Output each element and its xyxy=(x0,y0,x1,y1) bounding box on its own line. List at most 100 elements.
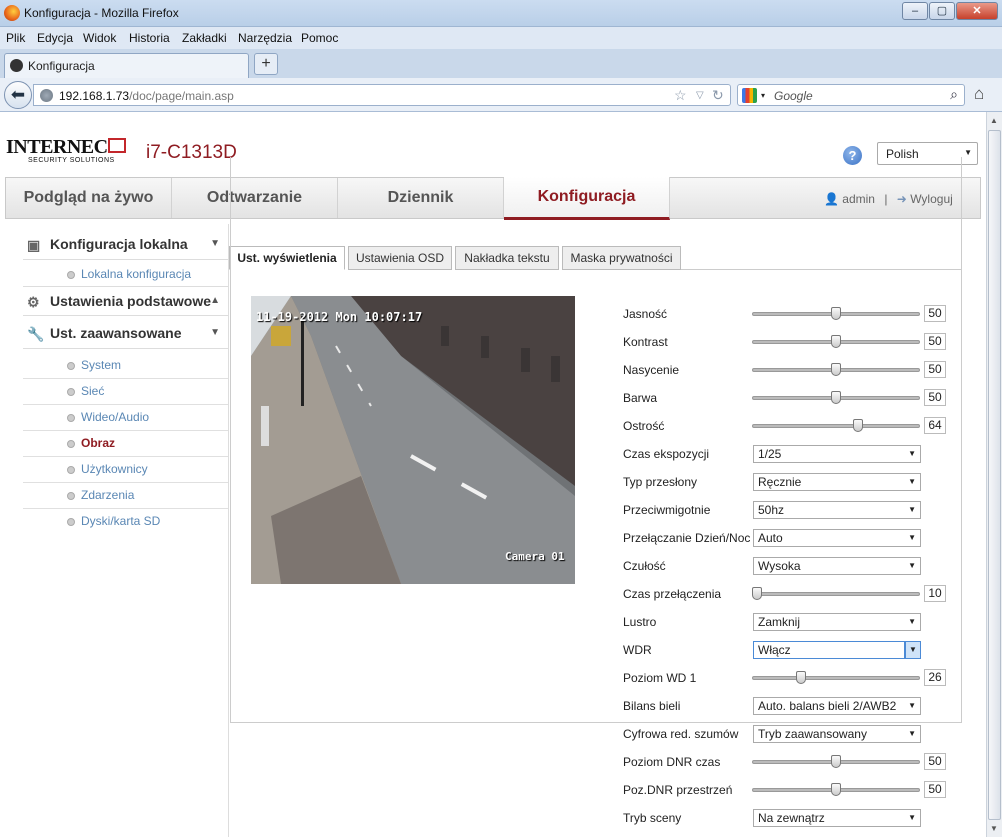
setting-value[interactable]: 50 xyxy=(924,753,946,770)
setting-select[interactable]: Włącz ▼ xyxy=(753,641,921,659)
setting-select[interactable]: Auto. balans bieli 2/AWB2 ▼ xyxy=(753,697,921,715)
slider-knob[interactable] xyxy=(853,419,863,432)
maximize-button[interactable]: ▢ xyxy=(929,2,955,20)
setting-slider[interactable] xyxy=(752,418,920,434)
setting-select[interactable]: Tryb zaawansowany ▼ xyxy=(753,725,921,743)
video-preview[interactable]: 11-19-2012 Mon 10:07:17 Camera 01 xyxy=(251,296,575,584)
slider-knob[interactable] xyxy=(831,391,841,404)
scroll-down-icon[interactable]: ▼ xyxy=(990,824,998,833)
menu-zakladki[interactable]: Zakładki xyxy=(182,31,227,45)
slider-knob[interactable] xyxy=(796,671,806,684)
setting-label: Tryb sceny xyxy=(623,811,682,825)
history-dropdown-icon[interactable]: ▽ xyxy=(696,90,704,101)
address-bar[interactable]: 192.168.1.73/doc/page/main.asp ☆ ▽ ↻ xyxy=(33,84,731,106)
menu-pomoc[interactable]: Pomoc xyxy=(301,31,338,45)
page-content: INTERNEC SECURITY SOLUTIONS i7-C1313D ? … xyxy=(0,112,986,837)
menu-historia[interactable]: Historia xyxy=(129,31,170,45)
google-engine-icon[interactable] xyxy=(742,88,757,103)
slider-knob[interactable] xyxy=(831,335,841,348)
slider-knob[interactable] xyxy=(831,755,841,768)
firefox-logo-icon xyxy=(4,5,20,21)
setting-select[interactable]: Ręcznie ▼ xyxy=(753,473,921,491)
setting-select[interactable]: 50hz ▼ xyxy=(753,501,921,519)
camera-scene-image xyxy=(251,296,575,584)
minimize-button[interactable]: – xyxy=(902,2,928,20)
setting-value[interactable]: 50 xyxy=(924,781,946,798)
menu-widok[interactable]: Widok xyxy=(83,31,116,45)
setting-slider[interactable] xyxy=(752,390,920,406)
slider-knob[interactable] xyxy=(831,307,841,320)
nav-tab-live-view[interactable]: Podgląd na żywo xyxy=(6,178,172,218)
close-window-button[interactable]: ✕ xyxy=(956,2,998,20)
sidebar-item-label: Użytkownicy xyxy=(81,462,148,476)
setting-value[interactable]: 10 xyxy=(924,585,946,602)
setting-label: Czułość xyxy=(623,559,666,573)
sidebar-item-image[interactable]: Obraz xyxy=(23,431,228,457)
new-tab-button[interactable]: + xyxy=(254,53,278,75)
setting-slider[interactable] xyxy=(752,334,920,350)
setting-select[interactable]: Auto ▼ xyxy=(753,529,921,547)
setting-select[interactable]: Zamknij ▼ xyxy=(753,613,921,631)
search-box[interactable]: ▾ Google ⌕ xyxy=(737,84,965,106)
sidebar-item-network[interactable]: Sieć xyxy=(23,379,228,405)
setting-value[interactable]: 50 xyxy=(924,389,946,406)
sidebar-item-local-config[interactable]: Lokalna konfiguracja xyxy=(23,262,228,288)
menu-narzedzia[interactable]: Narzędzia xyxy=(238,31,292,45)
sidebar-item-system[interactable]: System xyxy=(23,353,228,379)
setting-select[interactable]: Wysoka ▼ xyxy=(753,557,921,575)
sidebar-section-basic[interactable]: ⚙ Ustawienia podstawowe ▲ xyxy=(23,286,228,316)
video-osd-camera-name: Camera 01 xyxy=(505,550,565,563)
setting-slider[interactable] xyxy=(752,362,920,378)
chevron-down-icon[interactable]: ▼ xyxy=(905,641,921,659)
back-button[interactable]: ⬅ xyxy=(4,81,32,109)
setting-label: Przełączanie Dzień/Noc xyxy=(623,531,751,545)
setting-select[interactable]: Na zewnątrz ▼ xyxy=(753,809,921,827)
setting-value[interactable]: 50 xyxy=(924,333,946,350)
setting-slider[interactable] xyxy=(752,306,920,322)
slider-track[interactable] xyxy=(752,424,920,428)
sidebar-item-storage[interactable]: Dyski/karta SD xyxy=(23,509,228,535)
device-model: i7-C1313D xyxy=(146,142,237,163)
window-titlebar: Konfiguracja - Mozilla Firefox – ▢ ✕ xyxy=(0,0,1002,27)
sidebar-section-local[interactable]: ▣ Konfiguracja lokalna ▼ xyxy=(23,230,228,260)
setting-slider[interactable] xyxy=(752,586,920,602)
setting-label: WDR xyxy=(623,643,652,657)
menu-edycja[interactable]: Edycja xyxy=(37,31,73,45)
slider-knob[interactable] xyxy=(752,587,762,600)
page-scrollbar[interactable]: ▲ ▼ xyxy=(986,112,1002,837)
engine-dropdown-icon[interactable]: ▾ xyxy=(761,91,765,100)
search-icon[interactable]: ⌕ xyxy=(950,86,958,103)
sidebar-item-video-audio[interactable]: Wideo/Audio xyxy=(23,405,228,431)
setting-value[interactable]: 50 xyxy=(924,361,946,378)
menu-plik[interactable]: Plik xyxy=(6,31,25,45)
browser-tab[interactable]: Konfiguracja xyxy=(4,53,249,78)
bullet-icon xyxy=(67,440,75,448)
setting-value[interactable]: 64 xyxy=(924,417,946,434)
setting-label: Czas przełączenia xyxy=(623,587,722,601)
setting-slider[interactable] xyxy=(752,670,920,686)
slider-knob[interactable] xyxy=(831,363,841,376)
reload-icon[interactable]: ↻ xyxy=(712,87,724,104)
sidebar-item-label: Obraz xyxy=(81,436,116,450)
sidebar-section-advanced[interactable]: 🔧 Ust. zaawansowane ▼ xyxy=(23,319,228,349)
sidebar-item-users[interactable]: Użytkownicy xyxy=(23,457,228,483)
slider-track[interactable] xyxy=(752,592,920,596)
scroll-up-icon[interactable]: ▲ xyxy=(990,116,998,125)
sidebar-item-label: Dyski/karta SD xyxy=(81,514,161,528)
setting-value[interactable]: 26 xyxy=(924,669,946,686)
sidebar-item-events[interactable]: Zdarzenia xyxy=(23,483,228,509)
home-icon[interactable]: ⌂ xyxy=(974,84,984,104)
bullet-icon xyxy=(67,466,75,474)
scrollbar-thumb[interactable] xyxy=(988,130,1001,820)
setting-slider[interactable] xyxy=(752,754,920,770)
setting-value[interactable]: 50 xyxy=(924,305,946,322)
sidebar: ▣ Konfiguracja lokalna ▼ Lokalna konfigu… xyxy=(5,224,229,837)
bookmark-star-icon[interactable]: ☆ xyxy=(674,87,687,104)
slider-track[interactable] xyxy=(752,676,920,680)
url-path: /doc/page/main.asp xyxy=(129,89,234,103)
setting-select[interactable]: 1/25 ▼ xyxy=(753,445,921,463)
setting-slider[interactable] xyxy=(752,782,920,798)
url-host: 192.168.1.73 xyxy=(59,89,130,103)
sidebar-section-advanced-label: Ust. zaawansowane xyxy=(50,325,182,341)
slider-knob[interactable] xyxy=(831,783,841,796)
